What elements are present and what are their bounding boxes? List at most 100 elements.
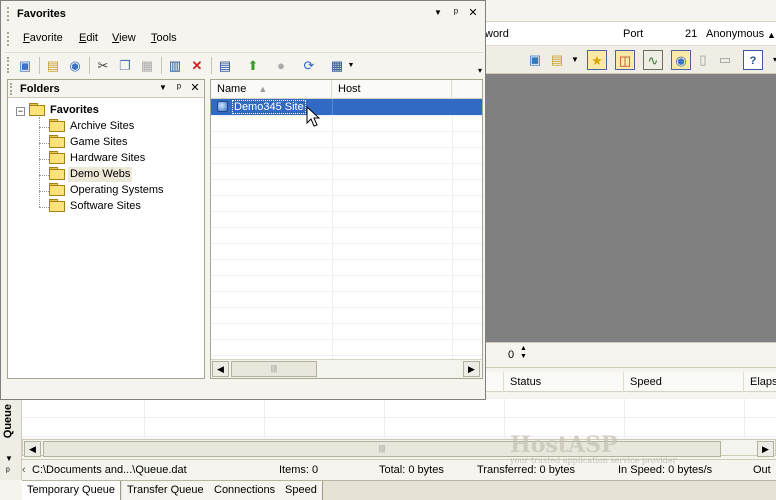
- tab-connections[interactable]: Connections: [209, 481, 282, 500]
- help-icon[interactable]: ?: [743, 50, 763, 70]
- dropdown-icon[interactable]: ▼: [156, 81, 170, 95]
- tree-item-software-sites[interactable]: Software Sites: [49, 199, 143, 214]
- chevron-down-icon[interactable]: ▼: [565, 50, 585, 70]
- sites-list-pane: Name ▲ Host Demo345 Site ◀ ||| ▶: [210, 79, 483, 379]
- folders-header: Folders ▼ ᵖ ✕: [8, 80, 204, 98]
- folder-open-icon: [29, 103, 45, 116]
- connect-icon[interactable]: ▥: [165, 56, 185, 75]
- collapse-toggle[interactable]: −: [16, 107, 25, 116]
- dropdown-icon[interactable]: ▼: [431, 6, 445, 20]
- tab-transfer-queue[interactable]: Transfer Queue: [122, 481, 210, 500]
- column-elapsed[interactable]: Elaps: [743, 372, 776, 392]
- graph-icon[interactable]: ∿: [643, 50, 663, 70]
- scroll-left-icon[interactable]: ◀: [24, 441, 41, 457]
- close-icon[interactable]: ✕: [188, 81, 202, 95]
- spinner-arrows-icon[interactable]: ▲ ▼: [520, 345, 527, 361]
- remote-panel: [485, 74, 776, 342]
- watermark-text: HostASP: [510, 432, 618, 458]
- panel-grip[interactable]: [10, 83, 13, 95]
- main-toolbar: ▣ ▤ ▼ ★ ◫ ∿ ◉ ▯ ▭ ? ▾: [485, 46, 776, 74]
- chevron-down-icon[interactable]: ▼: [341, 56, 361, 75]
- queue-tab-label: Queue: [2, 404, 14, 439]
- globe-icon[interactable]: ◉: [65, 56, 85, 75]
- site-row-selected[interactable]: Demo345 Site: [211, 99, 482, 115]
- stop-icon[interactable]: ●: [271, 56, 291, 75]
- favorites-menubar: Favorite Edit View Tools: [5, 29, 483, 50]
- layout-horizontal-icon[interactable]: ▭: [715, 50, 735, 70]
- folder-icon: [49, 199, 65, 212]
- site-host: [332, 99, 333, 115]
- column-host[interactable]: Host: [332, 80, 452, 99]
- spin-value[interactable]: 0: [508, 349, 514, 361]
- open-folder-icon[interactable]: ▤: [547, 50, 567, 70]
- drag-grip[interactable]: [7, 7, 10, 21]
- scrollbar-thumb[interactable]: |||: [231, 361, 317, 377]
- toolbar-grip[interactable]: [7, 57, 10, 73]
- upload-icon[interactable]: ⬆: [243, 56, 263, 75]
- star-icon[interactable]: ★: [587, 50, 607, 70]
- refresh-icon[interactable]: ⟳: [299, 56, 319, 75]
- status-items: Items: 0: [279, 464, 319, 476]
- new-folder-icon[interactable]: ▤: [43, 56, 63, 75]
- menu-favorite[interactable]: Favorite: [23, 32, 63, 44]
- tree-root-favorites[interactable]: Favorites: [29, 103, 101, 118]
- properties-icon[interactable]: ▤: [215, 56, 235, 75]
- window-title: Favorites: [17, 8, 66, 20]
- favorites-toolbar: ▣ ▤ ◉ ✂ ❐ ▦ ▥ ✕ ▤ ⬆ ● ⟳ ▦ ▼ ▾: [5, 52, 483, 77]
- tree-item-game-sites[interactable]: Game Sites: [49, 135, 129, 150]
- scroll-right-icon[interactable]: ▶: [757, 441, 774, 457]
- sites-horizontal-scrollbar[interactable]: ◀ ||| ▶: [211, 359, 482, 378]
- pin-icon[interactable]: ᵖ: [449, 6, 463, 20]
- pin-icon[interactable]: ᵖ: [172, 81, 186, 95]
- queue-side-tab[interactable]: Queue ▼ ᵖ: [0, 398, 22, 480]
- cut-icon[interactable]: ✂: [93, 56, 113, 75]
- queue-header: Status Speed Elaps: [485, 372, 776, 392]
- favorites-titlebar[interactable]: Favorites ▼ ᵖ ✕: [5, 4, 483, 24]
- folder-icon: [49, 119, 65, 132]
- folders-pane: Folders ▼ ᵖ ✕ − Favorites Archive Sites …: [7, 79, 205, 379]
- anonymous-checkbox-label[interactable]: Anonymous: [706, 28, 764, 40]
- status-total: Total: 0 bytes: [379, 464, 444, 476]
- watermark-tagline: your trusted application service provide…: [510, 456, 677, 465]
- status-out: Out: [753, 464, 771, 476]
- status-grip: ‹: [22, 464, 26, 476]
- menu-view[interactable]: View: [112, 32, 136, 44]
- paste-icon[interactable]: ▦: [137, 56, 157, 75]
- sites-grid[interactable]: [211, 99, 482, 359]
- status-queue-file: C:\Documents and...\Queue.dat: [32, 464, 187, 476]
- menu-edit[interactable]: Edit: [79, 32, 98, 44]
- toolbar-overflow-icon[interactable]: ▾: [470, 61, 490, 80]
- new-site-icon[interactable]: ▣: [15, 56, 35, 75]
- tree-item-operating-systems[interactable]: Operating Systems: [49, 183, 166, 198]
- menu-grip[interactable]: [7, 32, 10, 46]
- toolbar-overflow-icon[interactable]: ▾: [765, 50, 776, 70]
- split-view-icon[interactable]: ◫: [615, 50, 635, 70]
- watermark: HostASP your trusted application service…: [510, 432, 710, 482]
- copy-icon[interactable]: ❐: [115, 56, 135, 75]
- tree-item-hardware-sites[interactable]: Hardware Sites: [49, 151, 147, 166]
- spinner-strip: 0 ▲ ▼: [485, 342, 776, 368]
- dropdown-icon[interactable]: ▼: [5, 454, 13, 463]
- column-status[interactable]: Status: [503, 372, 541, 392]
- tab-temporary-queue[interactable]: Temporary Queue: [22, 481, 122, 500]
- layout-icon[interactable]: ▯: [693, 50, 713, 70]
- tree-item-demo-webs[interactable]: Demo Webs: [49, 167, 133, 182]
- scroll-left-icon[interactable]: ◀: [212, 361, 229, 377]
- password-label: word: [485, 28, 509, 40]
- column-name[interactable]: Name ▲: [211, 80, 332, 99]
- menu-tools[interactable]: Tools: [151, 32, 177, 44]
- scroll-up-icon[interactable]: ▲: [767, 30, 776, 40]
- column-speed[interactable]: Speed: [623, 372, 662, 392]
- pin-icon[interactable]: ᵖ: [6, 466, 10, 477]
- tree-item-archive-sites[interactable]: Archive Sites: [49, 119, 136, 134]
- favorites-window: Favorites ▼ ᵖ ✕ Favorite Edit View Tools…: [0, 0, 486, 400]
- tab-speed[interactable]: Speed: [280, 481, 323, 500]
- scroll-right-icon[interactable]: ▶: [463, 361, 480, 377]
- connection-bar: word Port 21 Anonymous ▲: [485, 22, 776, 46]
- delete-icon[interactable]: ✕: [187, 56, 207, 75]
- close-icon[interactable]: ✕: [466, 6, 480, 20]
- site-name: Demo345 Site: [232, 100, 306, 114]
- port-input[interactable]: 21: [685, 28, 697, 40]
- new-connection-icon[interactable]: ▣: [525, 50, 545, 70]
- globe-view-icon[interactable]: ◉: [671, 50, 691, 70]
